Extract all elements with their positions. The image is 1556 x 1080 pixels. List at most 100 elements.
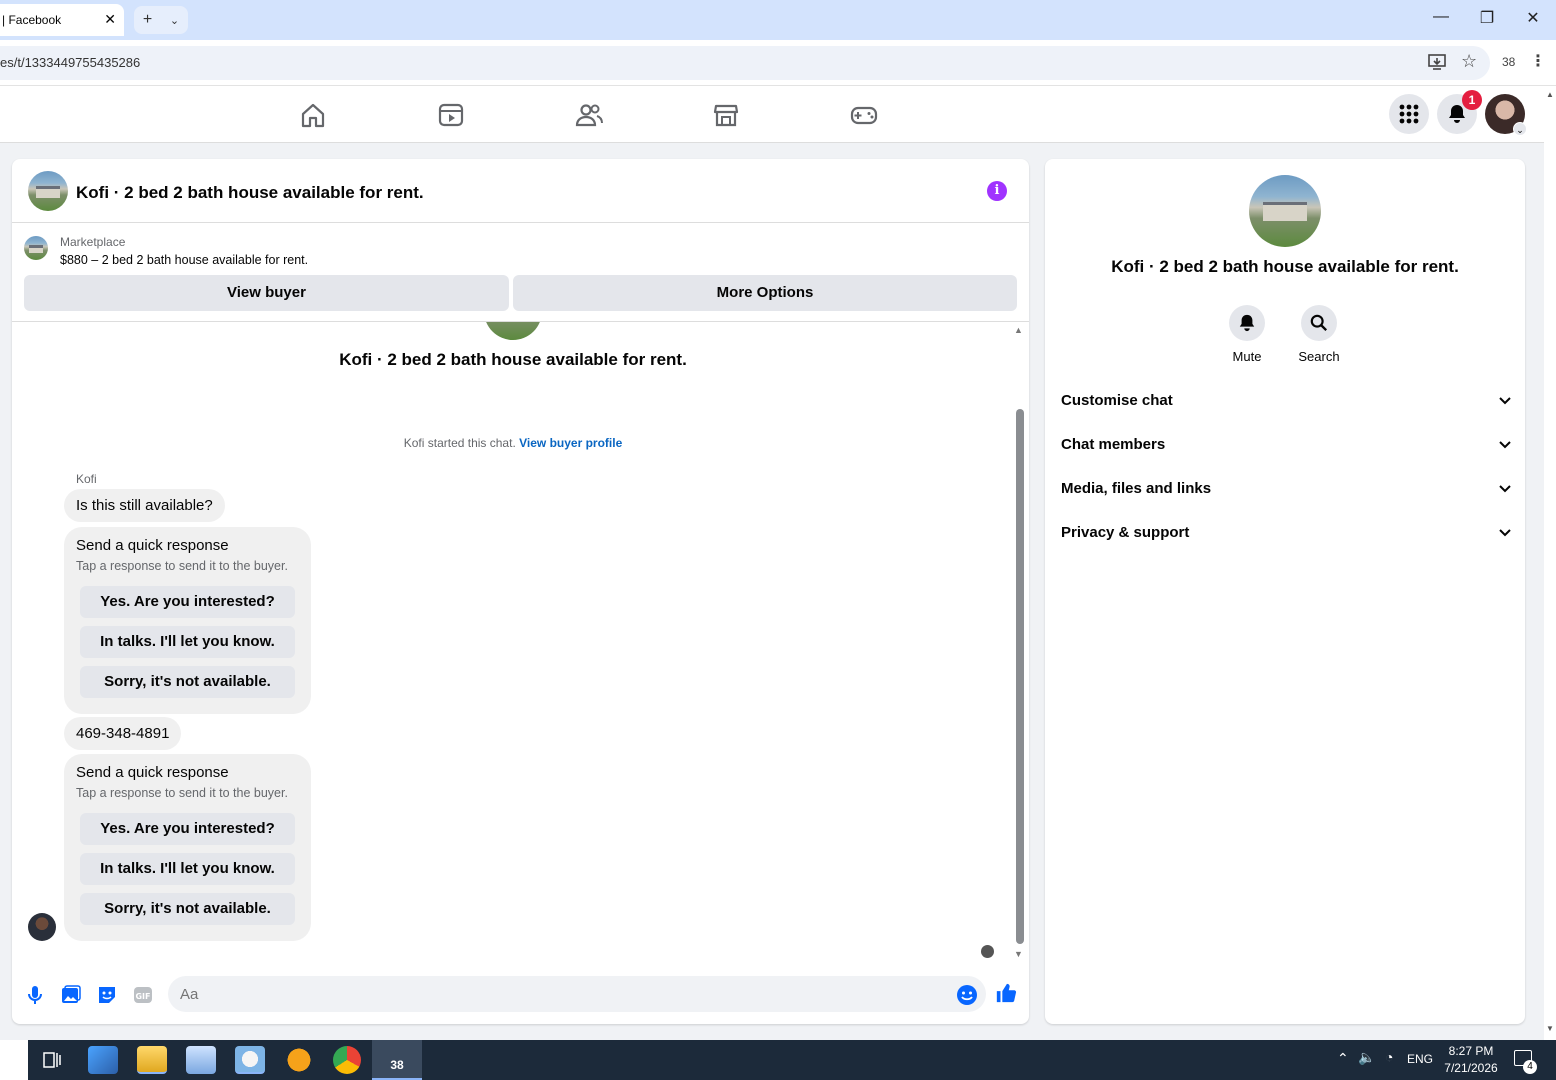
section-label: Customise chat	[1061, 392, 1173, 409]
page-scroll-down-icon[interactable]: ▼	[1546, 1024, 1554, 1033]
windows-taskbar: 38 ⌃ 🔈 ◔ ENG 8:27 PM 7/21/2026 4	[0, 1040, 1556, 1080]
paint-icon[interactable]	[235, 1046, 265, 1074]
page-scrollbar[interactable]: ▲ ▼	[1544, 86, 1556, 1040]
marketplace-icon[interactable]	[711, 100, 741, 130]
extension-count[interactable]: 38	[1502, 55, 1515, 69]
thread-title: Kofi · 2 bed 2 bath house available for …	[339, 350, 687, 369]
info-panel-name: Kofi · 2 bed 2 bath house available for …	[1111, 257, 1459, 276]
quick-response-option[interactable]: In talks. I'll let you know.	[80, 626, 295, 658]
chat-scrollbar-thumb[interactable]	[1016, 409, 1024, 944]
section-customise-chat[interactable]: Customise chat	[1061, 379, 1511, 423]
gif-icon[interactable]: GIF	[132, 984, 154, 1006]
message-composer: GIF	[12, 964, 1029, 1024]
new-tab-icon[interactable]: +	[143, 11, 152, 29]
listing-summary[interactable]: $880 – 2 bed 2 bath house available for …	[60, 253, 308, 267]
quick-response-option[interactable]: Sorry, it's not available.	[80, 666, 295, 698]
section-chat-members[interactable]: Chat members	[1061, 423, 1511, 467]
browser-menu-icon[interactable]: ⋮	[1530, 51, 1546, 71]
section-media-files-links[interactable]: Media, files and links	[1061, 467, 1511, 511]
search-icon	[1310, 314, 1328, 332]
info-icon[interactable]: i	[987, 181, 1007, 201]
close-tab-icon[interactable]: ✕	[104, 11, 116, 28]
svg-text:GIF: GIF	[135, 992, 150, 1001]
chat-title[interactable]: Kofi · 2 bed 2 bath house available for …	[76, 183, 424, 203]
browser-tab[interactable]: | Facebook ✕	[0, 4, 124, 36]
search-button[interactable]: Search	[1283, 305, 1355, 364]
thumbs-up-icon[interactable]	[995, 982, 1017, 1004]
file-explorer-icon[interactable]	[137, 1046, 167, 1074]
video-icon[interactable]	[436, 100, 466, 130]
control-panel-icon[interactable]	[88, 1046, 118, 1074]
section-label: Privacy & support	[1061, 524, 1190, 541]
info-panel-avatar	[1249, 175, 1321, 247]
section-label: Media, files and links	[1061, 480, 1212, 497]
profile-avatar[interactable]: ⌄	[1485, 94, 1527, 136]
mute-circle[interactable]	[1229, 305, 1265, 341]
section-privacy-support[interactable]: Privacy & support	[1061, 511, 1511, 555]
buyer-avatar[interactable]	[28, 913, 56, 941]
scroll-down-icon[interactable]: ▼	[1014, 949, 1023, 959]
message-bubble[interactable]: 469-348-4891	[64, 717, 182, 750]
quick-response-title: Send a quick response	[76, 764, 229, 781]
message-bubble[interactable]: Is this still available?	[64, 489, 225, 522]
quick-response-option[interactable]: Sorry, it's not available.	[80, 893, 295, 925]
listing-thumbnail	[24, 236, 48, 260]
clock-time[interactable]: 8:27 PM	[1438, 1044, 1504, 1058]
xampp-icon[interactable]	[284, 1046, 314, 1074]
thread-avatar	[484, 322, 542, 340]
network-icon[interactable]: ◔	[1385, 1049, 1393, 1065]
active-app-icon[interactable]: 38	[372, 1040, 422, 1080]
minimize-icon[interactable]: —	[1418, 8, 1464, 26]
quick-response-option[interactable]: Yes. Are you interested?	[80, 813, 295, 845]
sticker-icon[interactable]	[96, 984, 118, 1006]
volume-icon[interactable]: 🔈	[1358, 1049, 1375, 1066]
browser-tab-bar: | Facebook ✕ + ⌄ — ❐ ✕	[0, 0, 1556, 40]
view-buyer-button[interactable]: View buyer	[24, 275, 509, 311]
language-indicator[interactable]: ENG	[1405, 1052, 1435, 1066]
window-close-icon[interactable]: ✕	[1510, 8, 1556, 28]
tab-list-chevron-icon[interactable]: ⌄	[170, 14, 179, 27]
quick-response-card: Send a quick response Tap a response to …	[64, 527, 311, 714]
restore-icon[interactable]: ❐	[1464, 8, 1510, 28]
quick-response-subtitle: Tap a response to send it to the buyer.	[76, 559, 288, 573]
menu-grid-button[interactable]	[1389, 94, 1429, 134]
url-field[interactable]: es/t/1333449755435286	[0, 46, 1490, 80]
view-buyer-profile-link[interactable]: View buyer profile	[519, 436, 622, 450]
sender-name: Kofi	[76, 472, 97, 486]
notification-badge: 1	[1462, 90, 1482, 110]
scroll-up-icon[interactable]: ▲	[1014, 325, 1023, 335]
start-note-text: Kofi started this chat.	[403, 436, 516, 450]
home-icon[interactable]	[298, 100, 328, 130]
bookmark-star-icon[interactable]: ☆	[1461, 51, 1477, 72]
emoji-icon[interactable]	[956, 984, 978, 1006]
mute-button[interactable]: Mute	[1211, 305, 1283, 364]
gaming-icon[interactable]	[849, 100, 879, 130]
photo-icon[interactable]	[60, 984, 82, 1006]
chat-panel: Kofi · 2 bed 2 bath house available for …	[12, 159, 1029, 1024]
install-app-icon[interactable]	[1428, 53, 1446, 71]
active-app-badge: 38	[390, 1058, 404, 1072]
seen-avatar	[981, 945, 994, 958]
tab-title: | Facebook	[2, 13, 62, 27]
start-button[interactable]	[0, 1040, 28, 1080]
more-options-button[interactable]: More Options	[513, 275, 1017, 311]
bell-icon	[1239, 314, 1255, 332]
microphone-icon[interactable]	[24, 984, 46, 1006]
message-input[interactable]	[168, 976, 986, 1012]
account-chevron-icon[interactable]: ⌄	[1513, 122, 1527, 136]
page-scroll-up-icon[interactable]: ▲	[1546, 90, 1554, 99]
quick-response-subtitle: Tap a response to send it to the buyer.	[76, 786, 288, 800]
task-view-icon[interactable]	[42, 1050, 62, 1070]
chat-info-panel: Kofi · 2 bed 2 bath house available for …	[1045, 159, 1525, 1024]
quick-response-option[interactable]: Yes. Are you interested?	[80, 586, 295, 618]
message-list[interactable]: Kofi · 2 bed 2 bath house available for …	[12, 322, 1029, 962]
section-label: Chat members	[1061, 436, 1166, 453]
listing-avatar[interactable]	[28, 171, 68, 211]
notepad-icon[interactable]	[186, 1046, 216, 1074]
clock-date[interactable]: 7/21/2026	[1438, 1061, 1504, 1075]
chrome-icon[interactable]	[333, 1046, 361, 1074]
quick-response-option[interactable]: In talks. I'll let you know.	[80, 853, 295, 885]
show-hidden-icons[interactable]: ⌃	[1337, 1050, 1349, 1067]
friends-icon[interactable]	[574, 100, 604, 130]
search-circle[interactable]	[1301, 305, 1337, 341]
